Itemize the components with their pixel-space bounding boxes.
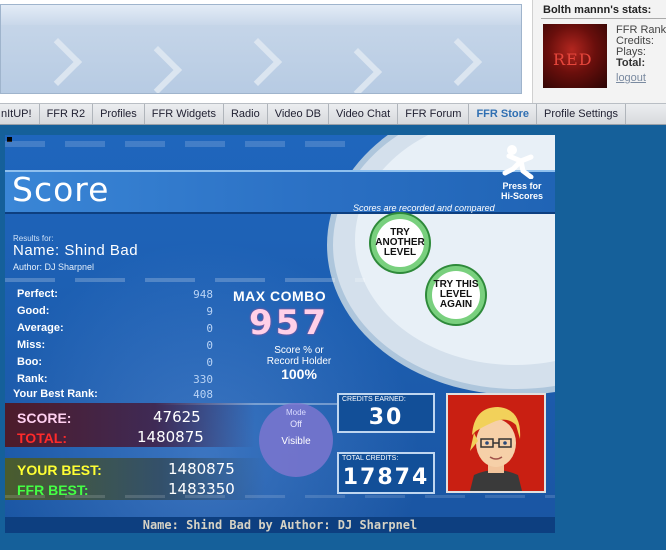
visible-mode-caption: Mode	[285, 408, 306, 417]
user-stats-panel: Bolth mannn's stats: RED FFR Rank: Credi…	[532, 0, 666, 103]
visible-off-label: Off	[290, 419, 302, 429]
score-pct-line1: Score % or	[274, 345, 324, 356]
total-credits-box: TOTAL CREDITS: 17874	[337, 452, 435, 494]
score-label: SCORE:	[17, 410, 72, 426]
stat-label: Boo:	[17, 356, 43, 368]
stat-row-average: Average: 0	[13, 322, 213, 338]
dashed-stripe	[5, 495, 555, 498]
score-percent-value: 100%	[281, 366, 317, 382]
stat-row-good: Good: 9	[13, 305, 213, 321]
hi-scores-link[interactable]: Press for Hi-Scores	[501, 181, 543, 201]
try-another-line3: LEVEL	[383, 247, 417, 258]
try-again-line3: AGAIN	[439, 299, 473, 310]
nav-item-ffr-store[interactable]: FFR Store	[469, 104, 538, 124]
nav-item-ffr-r2[interactable]: FFR R2	[40, 104, 94, 124]
credits-earned-label: CREDITS EARNED:	[342, 396, 406, 403]
song-footer-caption: Name: Shind Bad by Author: DJ Sharpnel	[142, 518, 418, 532]
stat-row-rank: Rank: 330	[13, 373, 213, 389]
stat-label: Rank:	[17, 373, 48, 385]
best-rank-value: 408	[193, 388, 213, 401]
score-heading: Score	[12, 170, 110, 209]
nav-item-video-chat[interactable]: Video Chat	[329, 104, 399, 124]
nav-item-video-db[interactable]: Video DB	[268, 104, 329, 124]
nav-item-profiles[interactable]: Profiles	[93, 104, 145, 124]
visible-label: Visible	[281, 436, 311, 447]
try-another-level-button[interactable]: TRY ANOTHER LEVEL	[371, 214, 429, 272]
song-author: Author: DJ Sharpnel	[13, 262, 95, 272]
total-score-label: TOTAL:	[17, 430, 68, 446]
best-rank-label: Your Best Rank:	[13, 388, 98, 400]
main-nav: nItUP! FFR R2 Profiles FFR Widgets Radio…	[0, 103, 666, 125]
press-line2: Hi-Scores	[501, 191, 544, 201]
your-best-label: YOUR BEST:	[17, 462, 102, 478]
stat-label: Good:	[17, 305, 50, 317]
recorded-note: Scores are recorded and compared	[353, 203, 495, 213]
nav-item-ffr-forum[interactable]: FFR Forum	[398, 104, 470, 124]
credits-earned-box: CREDITS EARNED: 30	[337, 393, 435, 433]
press-line1: Press for	[502, 181, 542, 191]
total-score-value: 1480875	[137, 428, 204, 446]
stats-title: Bolth mannn's stats:	[543, 4, 652, 16]
banner-arrow-icon	[233, 37, 283, 87]
stat-label: Average:	[17, 322, 64, 334]
credits-earned-value: 30	[368, 405, 404, 430]
stat-value: 0	[206, 356, 213, 369]
dashed-stripe	[5, 141, 345, 147]
game-results-panel: Score Press for Hi-Scores Scores are rec…	[5, 135, 555, 533]
try-level-again-button[interactable]: TRY THIS LEVEL AGAIN	[427, 266, 485, 324]
stats-divider	[541, 18, 666, 19]
your-best-value: 1480875	[168, 460, 235, 478]
banner-arrow-icon	[33, 37, 83, 87]
stat-row-boo: Boo: 0	[13, 356, 213, 372]
total-credits-value: 17874	[342, 465, 430, 490]
stat-value: 0	[206, 339, 213, 352]
nav-item-nitup[interactable]: nItUP!	[0, 104, 40, 124]
max-combo-label: MAX COMBO	[233, 288, 327, 304]
nav-item-profile-settings[interactable]: Profile Settings	[537, 104, 626, 124]
stat-value: 948	[193, 288, 213, 301]
nav-item-radio[interactable]: Radio	[224, 104, 268, 124]
banner-arrow-icon	[133, 45, 183, 93]
hi-scores-runner-icon[interactable]	[501, 143, 535, 179]
banner-arrow-icon	[333, 47, 383, 93]
stat-label: Perfect:	[17, 288, 58, 300]
player-avatar-illustration	[448, 395, 544, 491]
logout-link[interactable]: logout	[616, 72, 646, 84]
judgement-stats: Perfect: 948 Good: 9 Average: 0 Miss: 0 …	[13, 288, 213, 398]
dashed-stripe	[5, 278, 365, 282]
score-value: 47625	[153, 408, 201, 426]
total-credits-label: TOTAL CREDITS:	[342, 455, 399, 462]
player-avatar	[446, 393, 546, 493]
stat-row-perfect: Perfect: 948	[13, 288, 213, 304]
top-header: Bolth mannn's stats: RED FFR Rank: Credi…	[0, 0, 666, 103]
score-percent-caption: Score % or Record Holder	[249, 345, 349, 367]
avatar-thumb-text: RED	[553, 50, 593, 69]
stat-label: Miss:	[17, 339, 46, 351]
your-best-rank: Your Best Rank: 408	[13, 388, 213, 401]
song-name: Name: Shind Bad	[13, 242, 139, 259]
site-banner[interactable]	[0, 4, 522, 94]
nav-item-ffr-widgets[interactable]: FFR Widgets	[145, 104, 224, 124]
user-avatar-thumbnail[interactable]: RED	[543, 24, 607, 88]
stat-row-miss: Miss: 0	[13, 339, 213, 355]
max-combo-value: 957	[249, 303, 329, 343]
banner-gloss	[1, 5, 521, 25]
stat-value: 0	[206, 322, 213, 335]
stat-value: 330	[193, 373, 213, 386]
total-label: Total:	[616, 57, 646, 69]
stat-value: 9	[206, 305, 213, 318]
banner-arrow-icon	[433, 37, 483, 87]
